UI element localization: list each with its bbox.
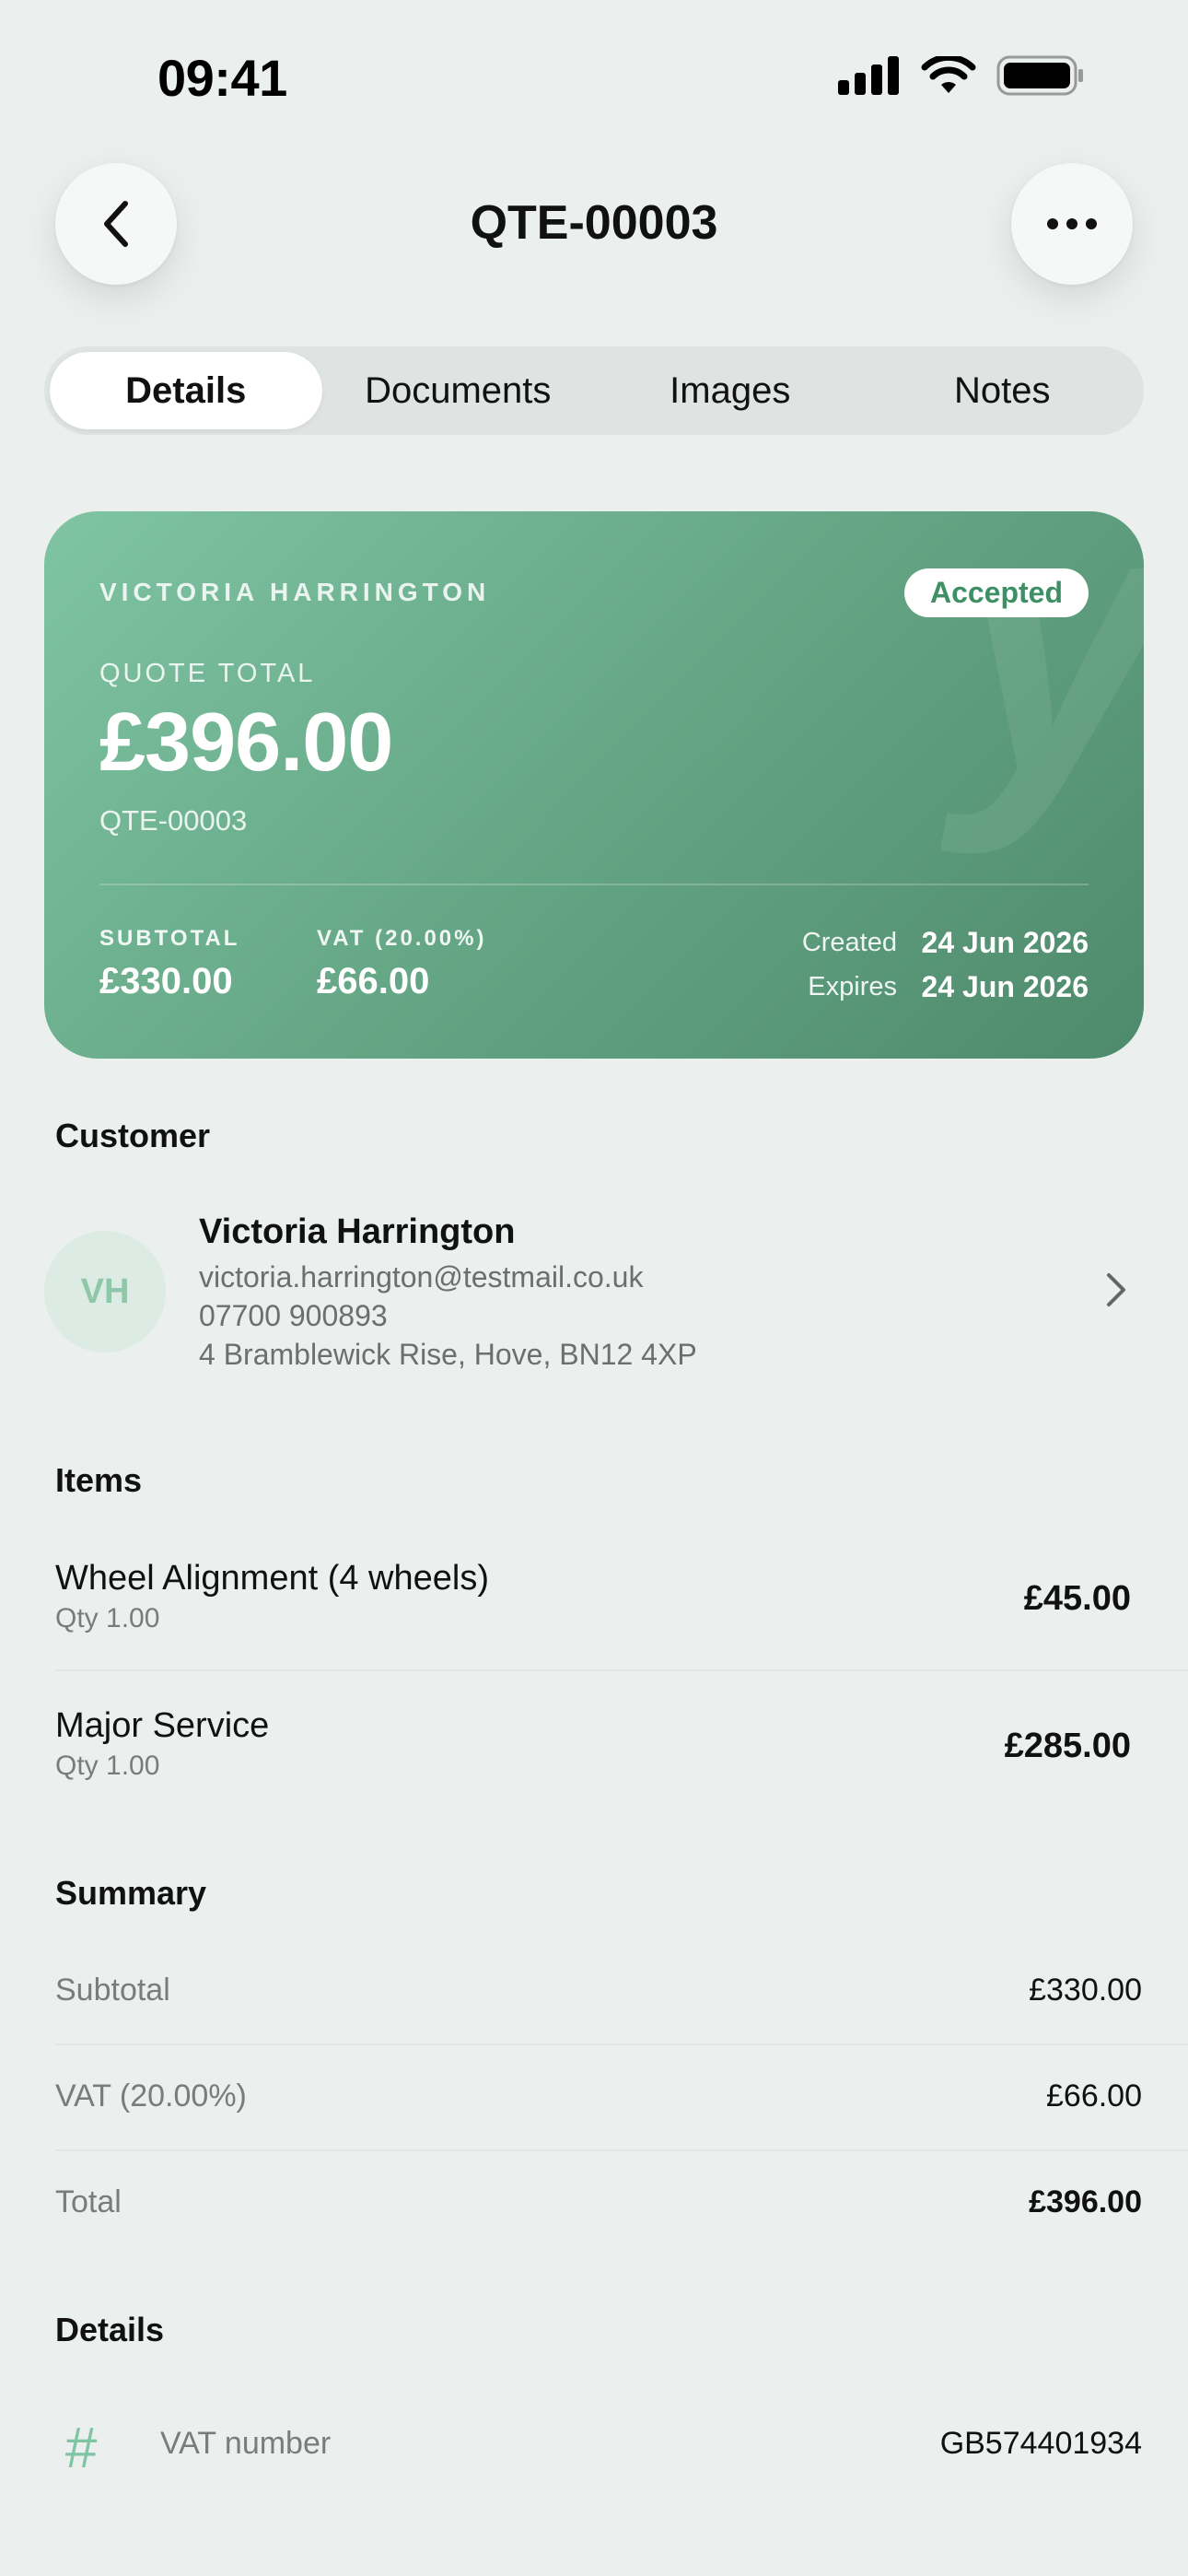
- summary-vat-label: VAT (20.00%): [55, 2078, 247, 2113]
- summary-divider: [55, 2149, 1188, 2151]
- expires-label: Expires: [808, 972, 897, 1001]
- customer-address: 4 Bramblewick Rise, Hove, BN12 4XP: [199, 1338, 697, 1371]
- summary-divider: [55, 2043, 1188, 2045]
- status-icons: [838, 55, 1085, 96]
- summary-subtotal-label: Subtotal: [55, 1973, 170, 2008]
- tab-documents[interactable]: Documents: [322, 352, 595, 429]
- status-badge: Accepted: [903, 568, 1089, 617]
- vat-number-value: GB574401934: [939, 2426, 1142, 2461]
- item-price: £45.00: [1023, 1579, 1131, 1618]
- battery-icon: [996, 55, 1083, 96]
- segmented-tabs: Details Documents Images Notes: [44, 346, 1144, 435]
- tab-notes[interactable]: Notes: [867, 352, 1139, 429]
- more-button[interactable]: [1011, 163, 1133, 285]
- signal-icon: [838, 56, 899, 95]
- quote-reference: QTE-00003: [99, 804, 248, 837]
- vat-amount: £66.00: [317, 961, 430, 1001]
- vat-label: VAT (20.00%): [317, 926, 487, 951]
- brand-watermark: y: [956, 511, 1144, 834]
- item-price: £285.00: [1004, 1727, 1131, 1765]
- status-time: 09:41: [157, 49, 287, 107]
- customer-email: victoria.harrington@testmail.co.uk: [199, 1260, 644, 1294]
- chevron-right-icon: [1107, 1273, 1125, 1306]
- customer-phone: 07700 900893: [199, 1299, 388, 1332]
- summary-total-label: Total: [55, 2184, 122, 2219]
- customer-section-title: Customer: [55, 1117, 211, 1154]
- item-qty: Qty 1.00: [55, 1603, 160, 1633]
- item-name: Wheel Alignment (4 wheels): [55, 1559, 489, 1598]
- card-customer-name: VICTORIA HARRINGTON: [99, 578, 491, 606]
- item-name: Major Service: [55, 1706, 270, 1745]
- quote-total-amount: £396.00: [99, 697, 393, 789]
- expires-date: 24 Jun 2026: [921, 970, 1089, 1003]
- summary-vat-value: £66.00: [1046, 2078, 1142, 2113]
- subtotal-label: SUBTOTAL: [99, 926, 240, 951]
- tab-details[interactable]: Details: [50, 352, 322, 429]
- item-qty: Qty 1.00: [55, 1751, 160, 1781]
- subtotal-amount: £330.00: [99, 961, 233, 1001]
- quote-total-label: QUOTE TOTAL: [99, 659, 316, 688]
- item-divider: [55, 1669, 1188, 1671]
- details-section-title: Details: [55, 2311, 165, 2348]
- card-divider: [99, 884, 1089, 885]
- created-label: Created: [801, 928, 897, 957]
- ellipsis-icon: [1047, 218, 1097, 229]
- summary-total-value: £396.00: [1029, 2184, 1142, 2219]
- vat-number-label: VAT number: [160, 2426, 332, 2461]
- wifi-icon: [921, 56, 976, 93]
- created-date: 24 Jun 2026: [921, 926, 1089, 959]
- tab-images[interactable]: Images: [594, 352, 867, 429]
- avatar: VH: [44, 1231, 166, 1352]
- items-section-title: Items: [55, 1461, 143, 1499]
- page-title: QTE-00003: [470, 196, 718, 250]
- hash-icon: #: [64, 2417, 97, 2480]
- customer-name: Victoria Harrington: [199, 1212, 516, 1251]
- summary-section-title: Summary: [55, 1874, 207, 1912]
- summary-subtotal-value: £330.00: [1029, 1973, 1142, 2008]
- quote-summary-card: y VICTORIA HARRINGTON Accepted QUOTE TOT…: [44, 511, 1144, 1059]
